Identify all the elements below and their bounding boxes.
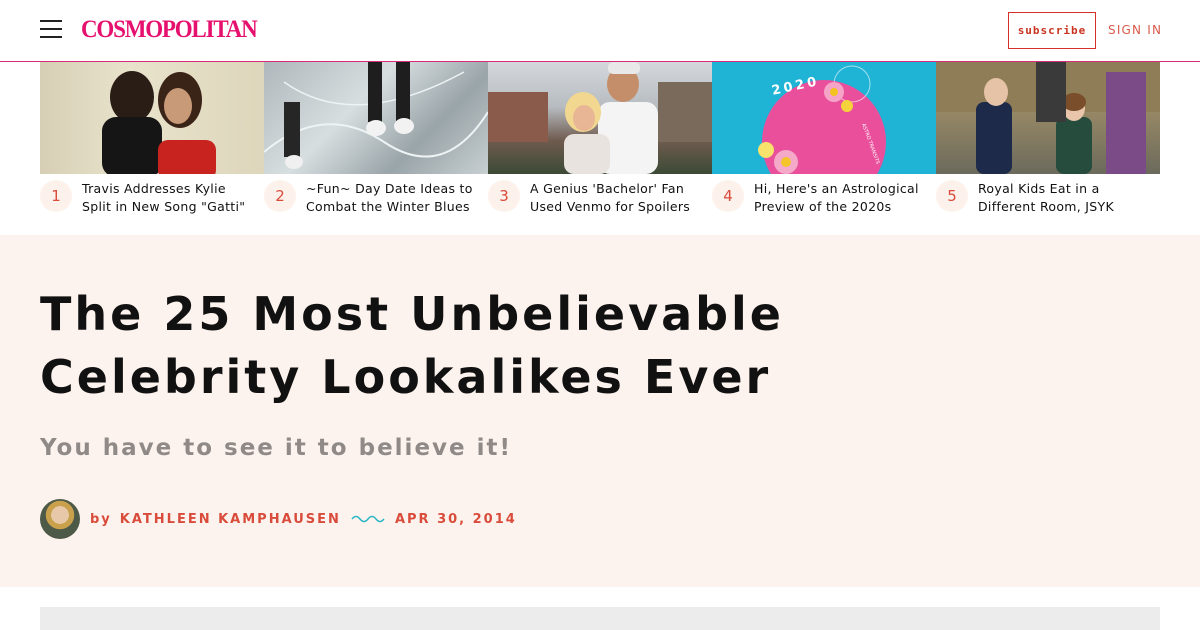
trending-rank: 5 [936, 180, 968, 212]
trending-rank: 1 [40, 180, 72, 212]
article-headline: The 25 Most Unbelievable Celebrity Looka… [40, 287, 785, 404]
trending-thumbnail[interactable] [264, 62, 488, 174]
trending-thumbnail[interactable] [936, 62, 1160, 174]
trending-item-3[interactable]: 3 A Genius 'Bachelor' Fan Used Venmo for… [488, 62, 712, 234]
trending-rank: 4 [712, 180, 744, 212]
trending-thumbnail[interactable]: 2020 ASTRO TRANSITS [712, 62, 936, 174]
trending-thumbnail[interactable] [40, 62, 264, 174]
trending-item-2[interactable]: 2 ~Fun~ Day Date Ideas to Combat the Win… [264, 62, 488, 234]
author-name-link[interactable]: KATHLEEN KAMPHAUSEN [120, 512, 341, 527]
trending-item-1[interactable]: 1 Travis Addresses Kylie Split in New So… [40, 62, 264, 234]
publish-date: APR 30, 2014 [394, 511, 517, 527]
article-dek: You have to see it to believe it! [40, 435, 513, 461]
trending-item-5[interactable]: 5 Royal Kids Eat in a Different Room, JS… [936, 62, 1160, 234]
subscribe-button[interactable]: subscribe [1008, 12, 1096, 49]
trending-strip: 1 Travis Addresses Kylie Split in New So… [40, 62, 1160, 234]
trending-title[interactable]: Travis Addresses Kylie Split in New Song… [82, 180, 252, 216]
media-placeholder [40, 607, 1160, 630]
trending-rank: 2 [264, 180, 296, 212]
trending-title[interactable]: A Genius 'Bachelor' Fan Used Venmo for S… [530, 180, 700, 216]
site-logo[interactable]: COSMOPOLITAN [81, 15, 258, 44]
trending-rank: 3 [488, 180, 520, 212]
trending-item-4[interactable]: 2020 ASTRO TRANSITS 4 Hi, Here's an Astr… [712, 62, 936, 234]
sign-in-link[interactable]: SIGN IN [1108, 23, 1162, 37]
trending-title[interactable]: Hi, Here's an Astrological Preview of th… [754, 180, 924, 216]
byline: by KATHLEEN KAMPHAUSEN APR 30, 2014 [40, 499, 517, 539]
wave-divider-icon [351, 515, 385, 523]
byline-prefix: by [90, 511, 112, 527]
trending-title[interactable]: ~Fun~ Day Date Ideas to Combat the Winte… [306, 180, 476, 216]
site-header: COSMOPOLITAN subscribe SIGN IN [0, 0, 1200, 62]
author-avatar[interactable] [40, 499, 80, 539]
hamburger-menu-icon[interactable] [40, 20, 62, 38]
trending-title[interactable]: Royal Kids Eat in a Different Room, JSYK [978, 180, 1148, 216]
trending-thumbnail[interactable] [488, 62, 712, 174]
article-hero: The 25 Most Unbelievable Celebrity Looka… [0, 235, 1200, 587]
